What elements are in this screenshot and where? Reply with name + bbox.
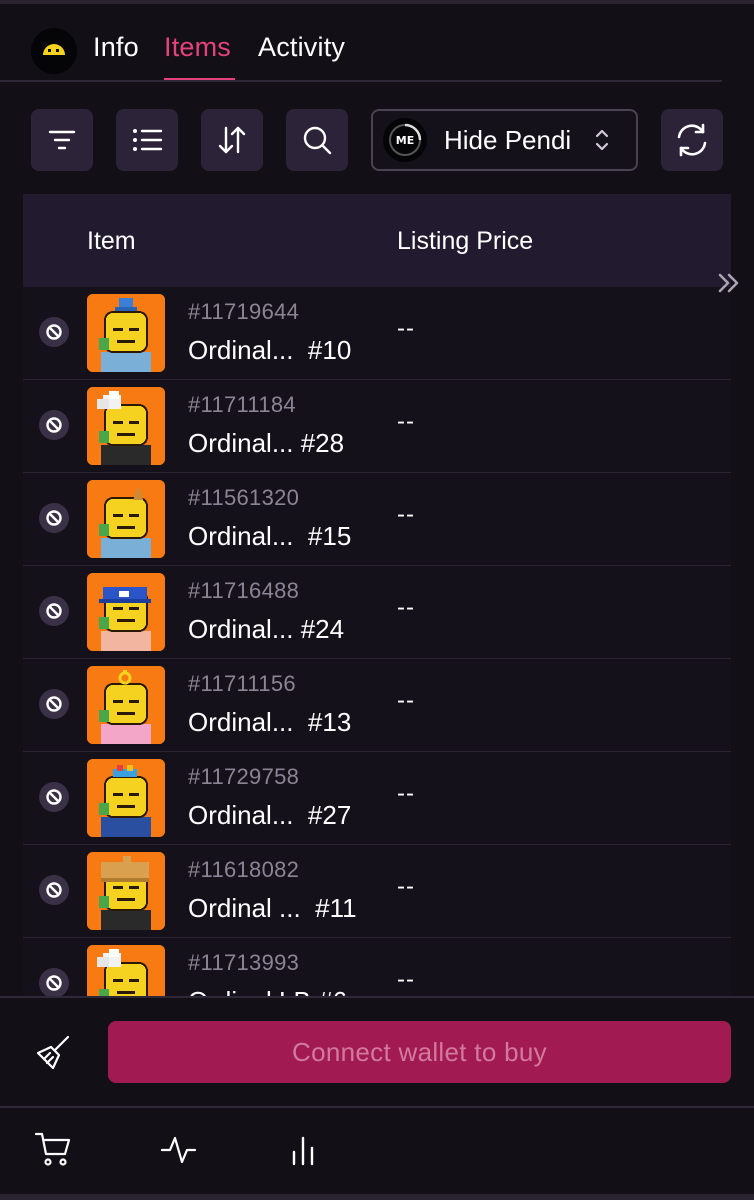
filter-icon <box>48 130 76 150</box>
item-name[interactable]: Ordinal... #27 <box>188 800 351 831</box>
tab-info[interactable]: Info <box>93 32 139 63</box>
search-icon <box>303 126 332 155</box>
tab-items[interactable]: Items <box>164 32 231 63</box>
status-filter-value: Hide Pending <box>444 124 572 155</box>
item-name[interactable]: Ordinal ... #11 <box>188 893 357 924</box>
table-row[interactable]: #11711184 Ordinal... #28 -- <box>23 380 731 473</box>
nft-thumbnail[interactable] <box>87 387 165 465</box>
inscription-number: #11711184 <box>188 392 296 417</box>
inscription-number: #11561320 <box>188 485 300 510</box>
magic-eden-logo-icon: ME <box>383 118 427 162</box>
nft-thumbnail[interactable] <box>87 666 165 744</box>
unlisted-status-button[interactable] <box>39 689 69 719</box>
listing-price: -- <box>397 594 415 621</box>
table-row[interactable]: #11561320 Ordinal... #15 -- <box>23 473 731 566</box>
ban-icon <box>46 324 62 340</box>
bottom-nav-divider <box>0 1106 754 1108</box>
activity-icon <box>160 1136 197 1164</box>
stats-button[interactable] <box>286 1130 324 1173</box>
buy-bar-divider <box>0 996 754 998</box>
unlisted-status-button[interactable] <box>39 410 69 440</box>
item-name[interactable]: Ordinal... #24 <box>188 614 344 645</box>
table-row[interactable]: #11618082 Ordinal ... #11 -- <box>23 845 731 938</box>
ban-icon <box>46 417 62 433</box>
nft-thumbnail[interactable] <box>87 573 165 651</box>
table-row[interactable]: #11716488 Ordinal... #24 -- <box>23 566 731 659</box>
inscription-number: #11618082 <box>188 857 300 882</box>
ban-icon <box>46 882 62 898</box>
item-name[interactable]: Ordinal... #10 <box>188 335 351 366</box>
chevron-up-down-icon <box>595 129 609 151</box>
sort-icon <box>218 126 246 154</box>
ban-icon <box>46 510 62 526</box>
search-button[interactable] <box>286 109 348 171</box>
bottom-edge <box>0 1194 754 1200</box>
unlisted-status-button[interactable] <box>39 968 69 996</box>
item-name[interactable]: Ordinal... #15 <box>188 521 351 552</box>
double-chevron-right-icon <box>718 273 739 293</box>
inscription-number: #11713993 <box>188 950 300 975</box>
broom-icon <box>36 1035 70 1070</box>
item-name[interactable]: Ordinal... #28 <box>188 428 344 459</box>
nft-thumbnail[interactable] <box>87 852 165 930</box>
sweep-button[interactable] <box>34 1034 72 1077</box>
items-table: Item Listing Price #11719644 Ordinal... #… <box>23 194 731 996</box>
nft-thumbnail[interactable] <box>87 480 165 558</box>
expand-columns-button[interactable] <box>716 270 742 301</box>
column-header-listing-price[interactable]: Listing Price <box>397 227 533 256</box>
collection-logo-icon <box>31 28 77 74</box>
unlisted-status-button[interactable] <box>39 503 69 533</box>
unlisted-status-button[interactable] <box>39 782 69 812</box>
status-filter-select[interactable]: ME Hide Pending <box>371 109 638 171</box>
unlisted-status-button[interactable] <box>39 875 69 905</box>
listing-price: -- <box>397 966 415 993</box>
listing-price: -- <box>397 873 415 900</box>
list-view-icon <box>133 129 163 151</box>
cart-button[interactable] <box>34 1130 72 1173</box>
column-header-item[interactable]: Item <box>87 227 136 256</box>
connect-wallet-button[interactable]: Connect wallet to buy <box>108 1021 731 1083</box>
refresh-button[interactable] <box>661 109 723 171</box>
filter-button[interactable] <box>31 109 93 171</box>
table-row[interactable]: #11729758 Ordinal... #27 -- <box>23 752 731 845</box>
nft-thumbnail[interactable] <box>87 945 165 996</box>
listing-price: -- <box>397 780 415 807</box>
tabs-divider <box>0 80 722 82</box>
svg-text:ME: ME <box>396 134 414 147</box>
listing-price: -- <box>397 408 415 435</box>
tab-activity[interactable]: Activity <box>258 32 345 63</box>
table-row[interactable]: #11719644 Ordinal... #10 -- <box>23 287 731 380</box>
item-name[interactable]: Ordinal... #13 <box>188 707 351 738</box>
stats-icon <box>292 1136 314 1166</box>
activity-button[interactable] <box>160 1130 198 1173</box>
cart-icon <box>34 1132 71 1166</box>
inscription-number: #11711156 <box>188 671 296 696</box>
nft-thumbnail[interactable] <box>87 294 165 372</box>
ban-icon <box>46 696 62 712</box>
table-row[interactable]: #11713993 Ordinal LB #6 -- <box>23 938 731 996</box>
refresh-icon <box>677 123 707 157</box>
list-view-button[interactable] <box>116 109 178 171</box>
ban-icon <box>46 789 62 805</box>
ban-icon <box>46 603 62 619</box>
inscription-number: #11719644 <box>188 299 300 324</box>
unlisted-status-button[interactable] <box>39 317 69 347</box>
inscription-number: #11716488 <box>188 578 300 603</box>
table-row[interactable]: #11711156 Ordinal... #13 -- <box>23 659 731 752</box>
tab-bar: Info Items Activity <box>0 4 754 84</box>
listing-price: -- <box>397 501 415 528</box>
sort-button[interactable] <box>201 109 263 171</box>
item-name[interactable]: Ordinal LB #6 <box>188 986 347 996</box>
unlisted-status-button[interactable] <box>39 596 69 626</box>
listing-price: -- <box>397 315 415 342</box>
inscription-number: #11729758 <box>188 764 300 789</box>
table-header: Item Listing Price <box>23 194 731 287</box>
listing-price: -- <box>397 687 415 714</box>
ban-icon <box>46 975 62 991</box>
nft-thumbnail[interactable] <box>87 759 165 837</box>
